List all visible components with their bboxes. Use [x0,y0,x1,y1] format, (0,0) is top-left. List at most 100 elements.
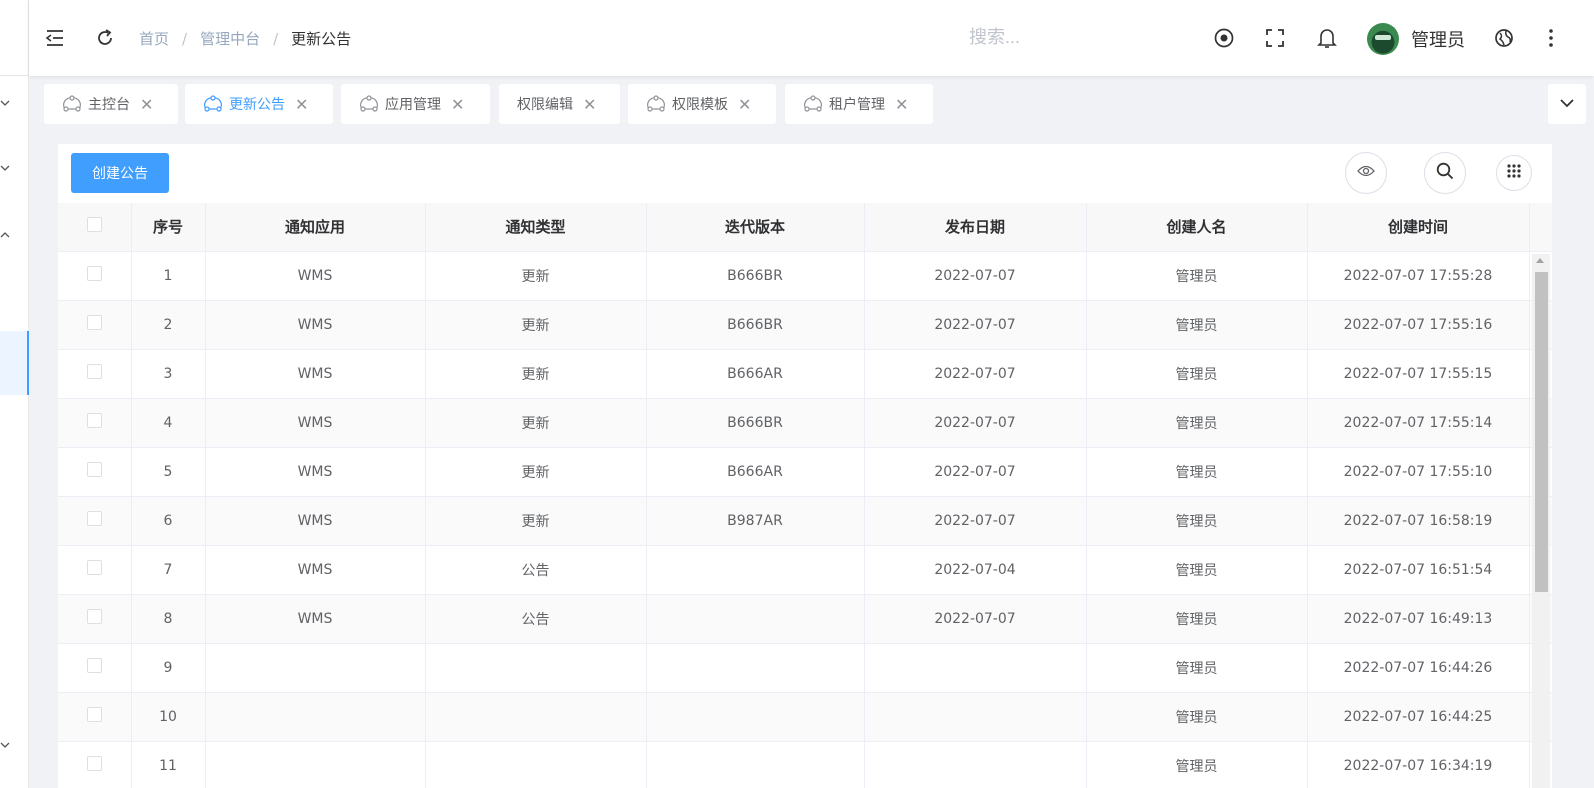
row-checkbox[interactable] [86,756,102,771]
refresh-icon[interactable] [93,26,117,50]
close-icon[interactable]: ✕ [295,95,308,114]
table-cell: 5 [131,447,206,497]
row-checkbox[interactable] [86,462,102,477]
search-toggle-button[interactable] [1424,152,1466,194]
globe-icon[interactable] [1492,26,1516,50]
tab-dashboard[interactable]: 主控台 ✕ [44,84,178,124]
table-cell [425,643,647,693]
tag-icon [359,94,379,114]
row-select-cell[interactable] [58,741,132,788]
avatar[interactable] [1367,23,1399,55]
table-row[interactable]: 1 WMS 更新 B666BR 2022-07-07 管理员 2022-07-07 17:5… [58,251,1552,301]
table-row[interactable]: 9 管理员 2022-07-07 16:44:26 [58,643,1552,693]
table-cell: 管理员 [1086,349,1308,399]
table-cell: B666BR [646,251,865,301]
row-select-cell[interactable] [58,496,132,546]
table-cell [205,741,426,788]
tab-update-notice[interactable]: 更新公告 ✕ [185,84,333,124]
chevron-down-icon[interactable] [0,740,10,752]
tabs-dropdown-button[interactable] [1548,84,1586,124]
row-checkbox[interactable] [86,266,102,281]
menu-fold-icon[interactable] [43,26,67,50]
tab-tenant-management[interactable]: 租户管理 ✕ [785,84,933,124]
chevron-up-icon[interactable] [0,230,10,242]
row-select-cell[interactable] [58,545,132,595]
table-cell: 2022-07-07 [864,251,1087,301]
breadcrumb-admin-center[interactable]: 管理中台 [200,28,260,49]
close-icon[interactable]: ✕ [451,95,464,114]
columns-setting-button[interactable] [1496,155,1532,191]
table-cell: B666BR [646,300,865,350]
toggle-visibility-button[interactable] [1345,152,1387,194]
table-cell: 2022-07-07 [864,594,1087,644]
table-cell [205,692,426,742]
column-header[interactable]: 序号 [131,203,206,252]
username[interactable]: 管理员 [1411,26,1465,52]
tab-app-management[interactable]: 应用管理 ✕ [341,84,490,124]
row-select-cell[interactable] [58,692,132,742]
table-cell: 管理员 [1086,251,1308,301]
search-input[interactable] [969,22,1119,52]
row-checkbox[interactable] [86,364,102,379]
row-select-cell[interactable] [58,349,132,399]
close-icon[interactable]: ✕ [738,95,751,114]
fullscreen-icon[interactable] [1263,26,1287,50]
table-cell [864,741,1087,788]
close-icon[interactable]: ✕ [583,95,596,114]
breadcrumb-home[interactable]: 首页 [139,28,169,49]
row-select-cell[interactable] [58,251,132,301]
tab-label: 权限模板 [672,97,728,113]
column-header[interactable]: 发布日期 [864,203,1087,252]
tag-icon [62,94,82,114]
tab-label: 更新公告 [229,97,285,113]
tab-label: 租户管理 [829,97,885,113]
table-row[interactable]: 11 管理员 2022-07-07 16:34:19 [58,741,1552,788]
table-row[interactable]: 8 WMS 公告 2022-07-07 管理员 2022-07-07 16:49:13 [58,594,1552,644]
column-header[interactable]: 迭代版本 [646,203,865,252]
scrollbar-gutter [1529,203,1552,252]
scroll-up-arrow[interactable] [1536,258,1544,263]
row-select-cell[interactable] [58,300,132,350]
create-notice-button[interactable]: 创建公告 [71,153,169,193]
column-header[interactable]: 创建人名 [1086,203,1308,252]
close-icon[interactable]: ✕ [140,95,153,114]
table-row[interactable]: 6 WMS 更新 B987AR 2022-07-07 管理员 2022-07-07 16:5… [58,496,1552,546]
column-header[interactable]: 通知类型 [425,203,647,252]
table-row[interactable]: 7 WMS 公告 2022-07-04 管理员 2022-07-07 16:51:54 [58,545,1552,595]
row-select-cell[interactable] [58,643,132,693]
tab-permission-template[interactable]: 权限模板 ✕ [628,84,776,124]
table-cell [205,643,426,693]
table-scrollbar[interactable] [1532,254,1550,788]
bell-icon[interactable] [1315,26,1339,50]
tag-icon [203,94,223,114]
column-header[interactable]: 通知应用 [205,203,426,252]
row-checkbox[interactable] [86,560,102,575]
column-header[interactable]: 创建时间 [1307,203,1530,252]
scrollbar-thumb[interactable] [1535,272,1548,592]
table-row[interactable]: 5 WMS 更新 B666AR 2022-07-07 管理员 2022-07-07 17:5… [58,447,1552,497]
row-select-cell[interactable] [58,398,132,448]
table-row[interactable]: 2 WMS 更新 B666BR 2022-07-07 管理员 2022-07-07 17:5… [58,300,1552,350]
table-cell: 管理员 [1086,594,1308,644]
record-icon[interactable] [1212,26,1236,50]
row-select-cell[interactable] [58,447,132,497]
tab-permission-edit[interactable]: 权限编辑 ✕ [499,84,620,124]
chevron-down-icon[interactable] [0,163,10,175]
table-row[interactable]: 3 WMS 更新 B666AR 2022-07-07 管理员 2022-07-07 17:5… [58,349,1552,399]
select-all-cell[interactable] [58,203,132,252]
row-checkbox[interactable] [86,315,102,330]
close-icon[interactable]: ✕ [895,95,908,114]
row-select-cell[interactable] [58,594,132,644]
select-all-checkbox[interactable] [86,217,102,233]
row-checkbox[interactable] [86,707,102,722]
row-checkbox[interactable] [86,609,102,624]
table-row[interactable]: 4 WMS 更新 B666BR 2022-07-07 管理员 2022-07-07 17:5… [58,398,1552,448]
row-checkbox[interactable] [86,511,102,526]
table-row[interactable]: 10 管理员 2022-07-07 16:44:25 [58,692,1552,742]
sidebar-item-active[interactable] [0,331,29,395]
breadcrumb-separator: / [182,29,188,48]
row-checkbox[interactable] [86,658,102,673]
chevron-down-icon[interactable] [0,98,10,110]
more-vertical-icon[interactable] [1544,26,1558,50]
row-checkbox[interactable] [86,413,102,428]
